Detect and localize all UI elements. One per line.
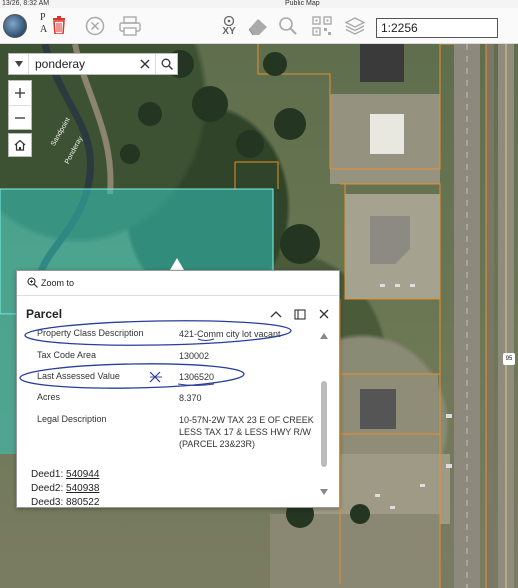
county-seal-icon[interactable] (2, 8, 28, 44)
highway-shield: 95 (503, 353, 515, 365)
collapse-button[interactable] (269, 307, 283, 321)
qr-button[interactable] (310, 8, 334, 44)
scale-field[interactable]: 1:2256 (376, 18, 498, 38)
trash-icon (53, 16, 65, 34)
attr-value-acres: 8.370 (179, 393, 202, 403)
layers-button[interactable] (342, 8, 368, 44)
search-widget (8, 53, 178, 75)
measure-button[interactable] (244, 8, 272, 44)
scroll-up-icon[interactable] (320, 333, 328, 339)
close-icon (140, 59, 150, 69)
attr-label-property-class: Property Class Description (37, 328, 144, 338)
chevron-up-icon (270, 311, 282, 318)
status-time: 13/26, 8:32 AM (2, 0, 50, 7)
eraser-icon (248, 19, 267, 36)
popup-divider (17, 295, 339, 296)
attr-label-tax-code-area: Tax Code Area (37, 350, 97, 360)
deed-link[interactable]: 540944 (66, 469, 99, 480)
qr-code-icon (312, 16, 332, 36)
popup-pointer (170, 258, 184, 270)
zoom-in-icon (27, 277, 38, 288)
attr-value-last-assessed: 1306520 (179, 372, 215, 382)
popup-title: Parcel (26, 307, 63, 321)
search-button[interactable] (155, 54, 177, 74)
attr-label-legal-description: Legal Description (37, 414, 107, 424)
parcel-popup: Zoom to Parcel Property Class Descriptio… (16, 270, 340, 508)
print-button[interactable] (114, 8, 146, 44)
search-icon (161, 58, 173, 70)
deed-link[interactable]: 880522 (66, 497, 99, 505)
zoom-in-button[interactable] (9, 81, 31, 105)
deed-row: Deed2: 540938 (31, 483, 100, 494)
find-button[interactable] (276, 8, 300, 44)
trash-button[interactable]: P A (38, 8, 70, 44)
toolbar: P A XY 1:2256 (0, 8, 518, 44)
pa-letters: P A (40, 12, 48, 35)
search-clear-button[interactable] (135, 54, 155, 74)
attr-value-property-class: 421-Comm city lot vacant (179, 329, 281, 339)
layers-icon (344, 17, 366, 35)
close-icon (319, 309, 329, 319)
dock-icon (294, 308, 306, 320)
xy-label: XY (222, 26, 236, 37)
search-input[interactable] (29, 54, 135, 74)
minus-icon (15, 116, 25, 119)
x-circle-icon (85, 16, 105, 36)
magnify-icon (279, 17, 297, 35)
home-icon (14, 139, 26, 151)
deed-link[interactable]: 540938 (66, 483, 99, 494)
locate-xy-button[interactable]: XY (218, 8, 240, 44)
home-button[interactable] (8, 133, 32, 157)
attr-label-last-assessed: Last Assessed Value (37, 371, 120, 381)
status-bar: 13/26, 8:32 AM Public Map (0, 0, 518, 8)
caret-down-icon (14, 61, 23, 67)
search-source-toggle[interactable] (9, 54, 29, 74)
popup-scrollbar[interactable] (317, 333, 331, 501)
attr-value-tax-code-area: 130002 (179, 351, 210, 361)
zoom-out-button[interactable] (9, 105, 31, 129)
scroll-down-icon[interactable] (320, 489, 328, 495)
zoom-to-label: Zoom to (41, 277, 75, 288)
scroll-thumb[interactable] (321, 381, 327, 467)
deed-row: Deed1: 540944 (31, 469, 100, 480)
popup-actions (269, 307, 331, 321)
status-title: Public Map (285, 0, 320, 7)
zoom-to-button[interactable]: Zoom to (27, 277, 74, 288)
attr-label-acres: Acres (37, 392, 61, 402)
attr-value-legal-description: 10-57N-2W TAX 23 E OF CREEK LESS TAX 17 … (179, 415, 314, 449)
printer-icon (119, 16, 141, 36)
close-button[interactable] (317, 307, 331, 321)
zoom-control (8, 80, 32, 130)
plus-icon (15, 88, 25, 98)
clear-button[interactable] (82, 8, 108, 44)
dock-button[interactable] (293, 307, 307, 321)
deed-row: Deed3: 880522 (31, 497, 99, 505)
